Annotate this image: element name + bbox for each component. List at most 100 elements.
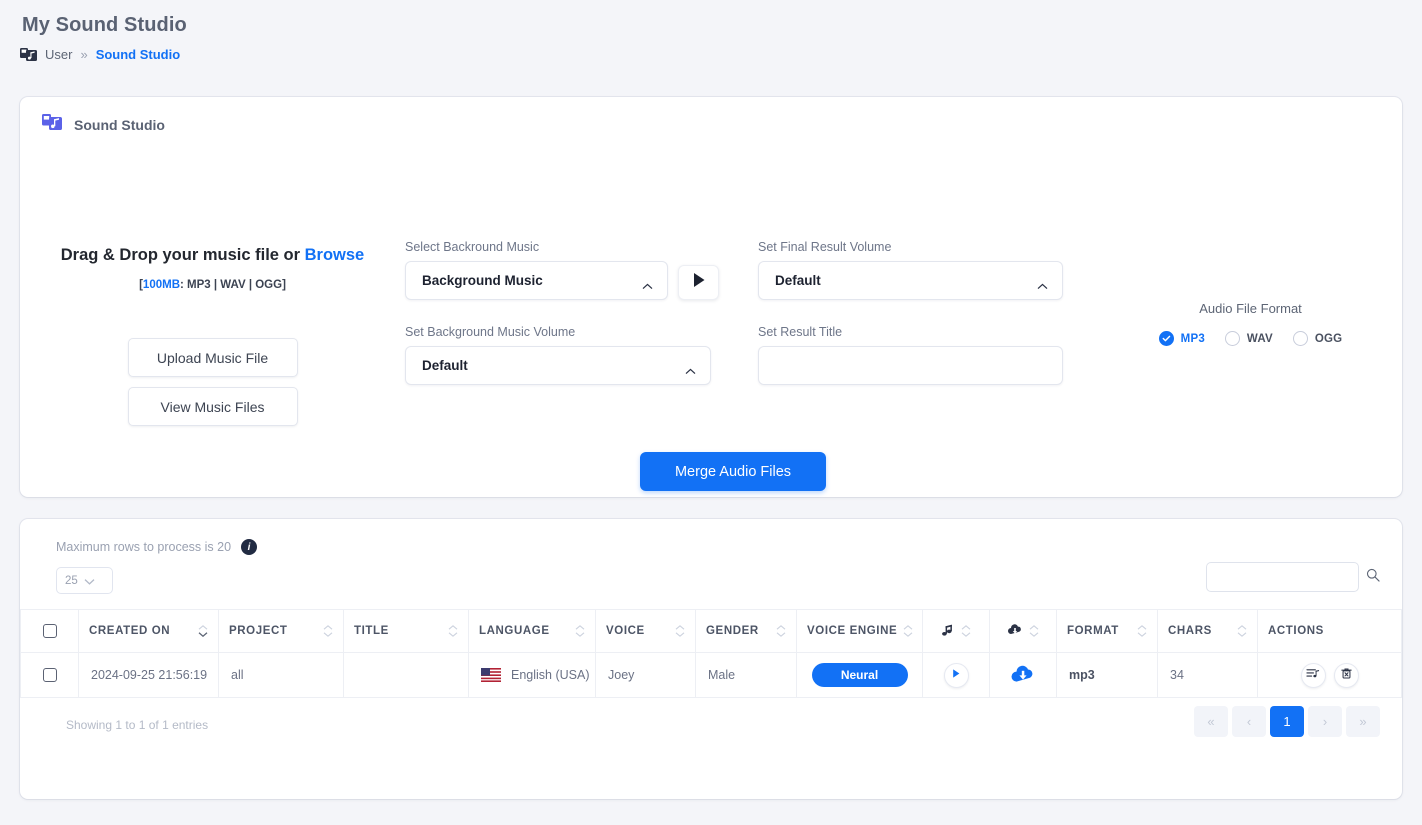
column-gender-label: GENDER <box>706 625 759 637</box>
sound-studio-card-header: Sound Studio <box>20 97 1402 136</box>
row-checkbox[interactable] <box>42 668 57 683</box>
search-area <box>1206 562 1380 592</box>
background-volume-label: Set Background Music Volume <box>405 325 576 339</box>
pagination-next[interactable]: › <box>1308 706 1342 737</box>
field-background-volume: Set Background Music Volume Default <box>405 325 711 385</box>
column-created-on-label: CREATED ON <box>89 625 171 637</box>
background-music-label: Select Backround Music <box>405 240 540 254</box>
breadcrumb-parent[interactable]: User <box>45 47 72 62</box>
column-actions-label: ACTIONS <box>1268 625 1324 637</box>
sort-icon <box>198 625 208 637</box>
browse-link[interactable]: Browse <box>305 246 365 264</box>
chevron-up-icon <box>685 362 696 375</box>
page-length-select[interactable]: 25 <box>56 567 113 594</box>
radio-mp3-label: MP3 <box>1180 332 1205 345</box>
table-head: CREATED ON PROJECT TITLE LANGUAGE VOICE … <box>20 609 1402 653</box>
play-icon <box>692 272 706 293</box>
column-actions: ACTIONS <box>1257 609 1402 653</box>
breadcrumb-separator: » <box>80 47 88 62</box>
radio-wav[interactable]: WAV <box>1224 331 1273 346</box>
radio-ogg-label: OGG <box>1314 332 1343 345</box>
dropzone-limits: [100MB: MP3 | WAV | OGG] <box>35 279 390 291</box>
result-title-input[interactable] <box>758 346 1063 385</box>
upload-music-file-button[interactable]: Upload Music File <box>127 338 298 377</box>
table-row: 2024-09-25 21:56:19 all English (USA) Jo… <box>20 652 1402 698</box>
row-select-cell <box>20 652 79 698</box>
play-icon <box>951 668 961 682</box>
column-language[interactable]: LANGUAGE <box>468 609 596 653</box>
sort-icon <box>1237 625 1247 637</box>
radio-circle-icon <box>1292 331 1308 346</box>
delete-button[interactable] <box>1333 662 1359 688</box>
column-voice[interactable]: VOICE <box>595 609 696 653</box>
pagination-first[interactable]: « <box>1194 706 1228 737</box>
final-volume-select[interactable]: Default <box>758 261 1063 300</box>
column-project-label: PROJECT <box>229 625 288 637</box>
chevron-up-icon <box>1037 277 1048 290</box>
entries-info: Showing 1 to 1 of 1 entries <box>66 718 209 732</box>
radio-ogg[interactable]: OGG <box>1292 331 1343 346</box>
search-input[interactable] <box>1206 562 1359 592</box>
column-title[interactable]: TITLE <box>343 609 469 653</box>
column-format[interactable]: FORMAT <box>1056 609 1158 653</box>
column-project[interactable]: PROJECT <box>218 609 344 653</box>
column-created-on[interactable]: CREATED ON <box>78 609 219 653</box>
playlist-icon <box>1306 667 1320 683</box>
preview-play-button[interactable] <box>678 265 719 300</box>
background-music-value: Background Music <box>422 273 543 288</box>
radio-mp3[interactable]: MP3 <box>1158 331 1205 346</box>
column-download[interactable] <box>989 609 1057 653</box>
cell-language: English (USA) <box>468 652 596 698</box>
breadcrumb: User » Sound Studio <box>20 47 1402 62</box>
column-language-label: LANGUAGE <box>479 625 550 637</box>
column-gender[interactable]: GENDER <box>695 609 797 653</box>
audio-format-options: MP3 WAV OGG <box>1133 331 1368 346</box>
sort-icon <box>776 625 786 637</box>
dropzone-buttons: Upload Music File View Music Files <box>35 338 390 426</box>
audio-format-group: Audio File Format MP3 WAV OGG <box>1133 301 1368 346</box>
field-final-volume: Set Final Result Volume Default <box>758 240 1063 300</box>
field-result-title: Set Result Title <box>758 325 1063 385</box>
dropzone[interactable]: Drag & Drop your music file or Browse [1… <box>35 246 390 426</box>
row-play-button[interactable] <box>943 662 969 688</box>
column-voice-label: VOICE <box>606 625 645 637</box>
table-header-row: CREATED ON PROJECT TITLE LANGUAGE VOICE … <box>20 609 1402 653</box>
sort-icon <box>1137 625 1147 637</box>
page-length-value: 25 <box>65 574 78 587</box>
pagination-prev[interactable]: ‹ <box>1232 706 1266 737</box>
cell-gender: Male <box>695 652 797 698</box>
merge-audio-files-button[interactable]: Merge Audio Files <box>640 452 826 491</box>
cell-project: all <box>218 652 344 698</box>
column-audio[interactable] <box>922 609 990 653</box>
sound-studio-card: Sound Studio Drag & Drop your music file… <box>20 97 1402 497</box>
max-rows-note: Maximum rows to process is 20 i <box>20 519 1402 555</box>
background-volume-value: Default <box>422 358 468 373</box>
app-page: My Sound Studio User » Sound Studio Soun… <box>0 0 1422 825</box>
us-flag-icon <box>481 668 501 682</box>
sort-icon <box>448 625 458 637</box>
view-music-files-button[interactable]: View Music Files <box>127 387 298 426</box>
breadcrumb-current[interactable]: Sound Studio <box>96 47 180 62</box>
cell-voice: Joey <box>595 652 696 698</box>
sort-icon <box>1029 625 1039 637</box>
results-table: CREATED ON PROJECT TITLE LANGUAGE VOICE … <box>20 609 1402 698</box>
info-icon[interactable]: i <box>241 539 258 555</box>
dropzone-headline-text: Drag & Drop your music file or <box>60 246 305 264</box>
column-voice-engine[interactable]: VOICE ENGINE <box>796 609 923 653</box>
select-all-checkbox[interactable] <box>42 624 57 638</box>
final-volume-label: Set Final Result Volume <box>758 240 892 254</box>
column-chars[interactable]: CHARS <box>1157 609 1258 653</box>
search-icon[interactable] <box>1366 568 1380 587</box>
background-volume-select[interactable]: Default <box>405 346 711 385</box>
pagination-page-1[interactable]: 1 <box>1270 706 1304 737</box>
pagination-last[interactable]: » <box>1346 706 1380 737</box>
row-download-button[interactable] <box>1010 665 1036 687</box>
table-controls: 25 <box>20 555 1402 609</box>
playlist-button[interactable] <box>1300 662 1326 688</box>
background-music-select[interactable]: Background Music <box>405 261 668 300</box>
column-title-label: TITLE <box>354 625 389 637</box>
check-icon <box>1158 331 1174 346</box>
cell-voice-engine: Neural <box>796 652 923 698</box>
chevron-up-icon <box>642 277 653 290</box>
cell-download <box>989 652 1057 698</box>
